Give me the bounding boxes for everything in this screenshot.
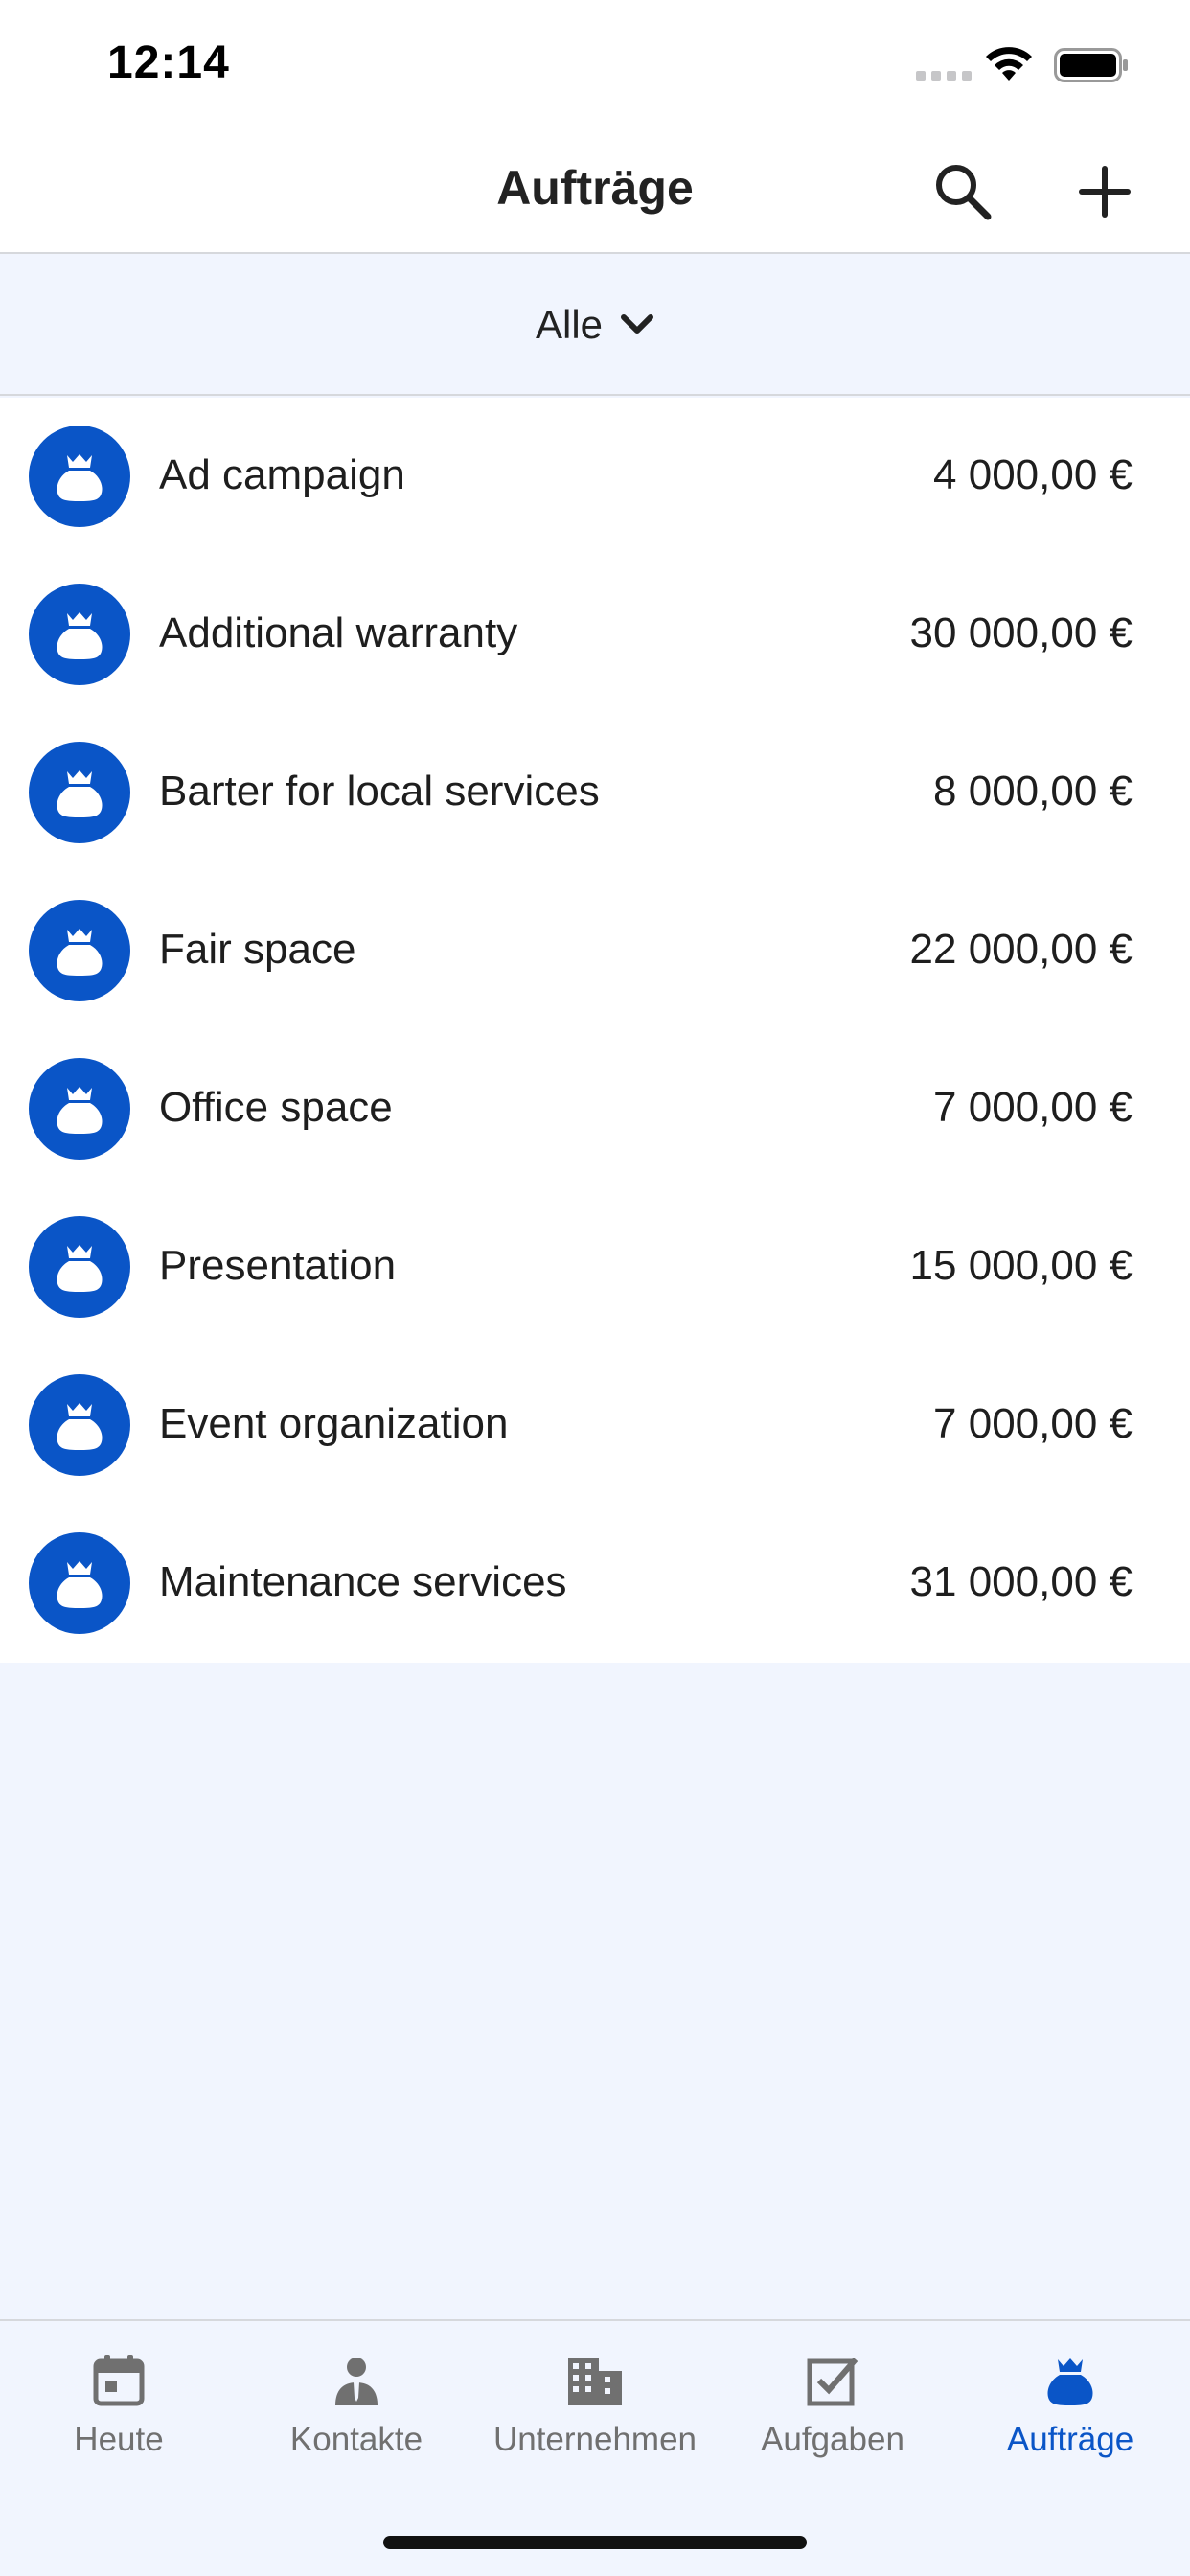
deal-list: Ad campaign 4 000,00 € Additional warran… (0, 398, 1190, 1663)
add-deal-button[interactable] (1071, 158, 1138, 225)
building-icon (564, 2350, 626, 2411)
deal-row[interactable]: Presentation 15 000,00 € (0, 1188, 1190, 1346)
deal-name: Maintenance services (159, 1558, 567, 1605)
deal-amount: 22 000,00 € (909, 926, 1133, 973)
tab-kontakte[interactable]: Kontakte (238, 2350, 475, 2474)
deal-amount: 7 000,00 € (933, 1084, 1133, 1131)
money-bag-icon (29, 1532, 130, 1634)
cellular-signal-icon (916, 71, 972, 80)
deal-row[interactable]: Office space 7 000,00 € (0, 1030, 1190, 1188)
deal-amount: 8 000,00 € (933, 768, 1133, 815)
deal-name: Office space (159, 1084, 393, 1131)
screen: 12:14 Aufträge Alle Ad campaign 4 000,00… (0, 0, 1190, 2576)
money-bag-icon (1040, 2350, 1101, 2411)
search-icon (936, 165, 992, 220)
filter-dropdown[interactable]: Alle (536, 302, 654, 348)
plus-icon (1079, 166, 1131, 218)
deal-row[interactable]: Additional warranty 30 000,00 € (0, 556, 1190, 714)
money-bag-icon (29, 584, 130, 685)
money-bag-icon (29, 900, 130, 1001)
battery-icon (1054, 48, 1128, 82)
tab-label: Kontakte (289, 2421, 423, 2458)
page-title: Aufträge (496, 161, 694, 215)
deal-name: Barter for local services (159, 768, 600, 815)
filter-bar: Alle (0, 256, 1190, 396)
deal-row[interactable]: Barter for local services 8 000,00 € (0, 714, 1190, 872)
status-time: 12:14 (107, 37, 230, 88)
money-bag-icon (29, 1374, 130, 1476)
deal-name: Fair space (159, 926, 356, 973)
home-indicator (383, 2536, 807, 2549)
money-bag-icon (29, 1216, 130, 1318)
filter-label: Alle (535, 302, 604, 347)
tab-label: Aufträge (1006, 2421, 1134, 2458)
deal-row[interactable]: Fair space 22 000,00 € (0, 872, 1190, 1030)
deal-amount: 31 000,00 € (909, 1558, 1133, 1605)
chevron-down-icon (621, 314, 654, 334)
wifi-icon (986, 47, 1032, 80)
deal-name: Event organization (159, 1400, 509, 1447)
person-icon (326, 2350, 387, 2411)
deal-amount: 30 000,00 € (909, 610, 1133, 656)
deal-amount: 15 000,00 € (909, 1242, 1133, 1289)
deal-name: Additional warranty (159, 610, 518, 656)
tab-aufgaben[interactable]: Aufgaben (714, 2350, 951, 2474)
navigation-bar: Aufträge (0, 129, 1190, 254)
money-bag-icon (29, 426, 130, 527)
money-bag-icon (29, 1058, 130, 1160)
tab-label: Unternehmen (492, 2421, 698, 2458)
status-bar: 12:14 (0, 0, 1190, 129)
deal-amount: 4 000,00 € (933, 451, 1133, 498)
tab-aufträge[interactable]: Aufträge (951, 2350, 1189, 2474)
money-bag-icon (29, 742, 130, 843)
checkbox-icon (802, 2350, 863, 2411)
deal-row[interactable]: Maintenance services 31 000,00 € (0, 1505, 1190, 1663)
deal-name: Ad campaign (159, 451, 405, 498)
deal-row[interactable]: Ad campaign 4 000,00 € (0, 398, 1190, 556)
calendar-icon (88, 2350, 149, 2411)
tab-heute[interactable]: Heute (0, 2350, 238, 2474)
tab-unternehmen[interactable]: Unternehmen (476, 2350, 714, 2474)
tab-label: Heute (74, 2421, 164, 2458)
tab-label: Aufgaben (761, 2421, 904, 2458)
deal-amount: 7 000,00 € (933, 1400, 1133, 1447)
search-button[interactable] (929, 158, 996, 225)
deal-name: Presentation (159, 1242, 397, 1289)
deal-row[interactable]: Event organization 7 000,00 € (0, 1346, 1190, 1505)
